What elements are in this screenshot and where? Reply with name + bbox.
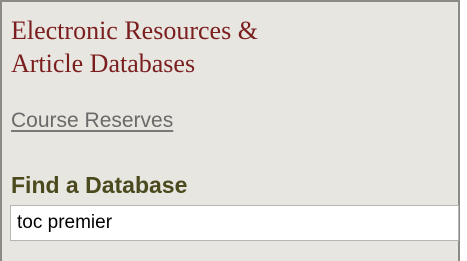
resources-panel: Electronic Resources & Article Databases… bbox=[0, 0, 460, 261]
find-database-input[interactable] bbox=[10, 205, 459, 241]
section-title-line-2: Article Databases bbox=[11, 49, 196, 78]
section-title: Electronic Resources & Article Databases bbox=[11, 14, 258, 80]
find-database-label: Find a Database bbox=[11, 172, 188, 198]
section-title-line-1: Electronic Resources & bbox=[11, 16, 258, 45]
course-reserves-link[interactable]: Course Reserves bbox=[11, 108, 173, 134]
